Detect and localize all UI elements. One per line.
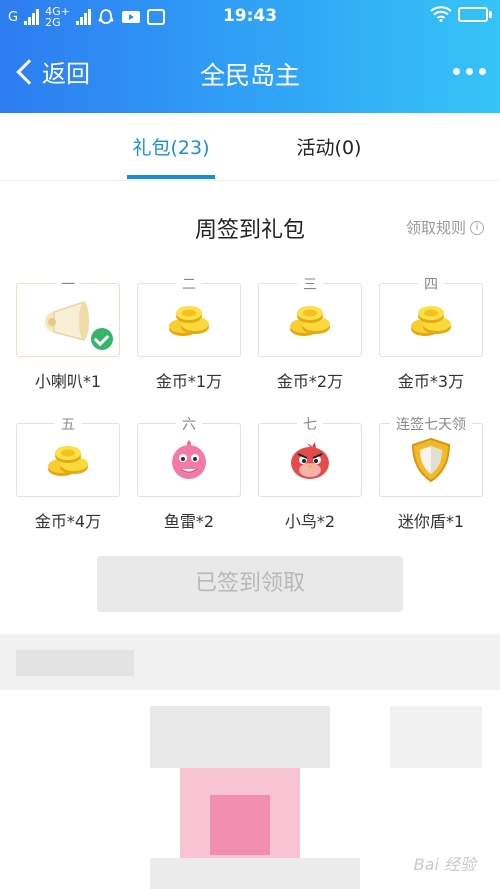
status-bar: G 4G+ 2G 19:43 xyxy=(0,0,500,34)
day-label: 三 xyxy=(297,277,323,293)
blurred-image-top xyxy=(150,706,330,768)
red-bird-icon xyxy=(291,442,329,479)
day-label: 连签七天领 xyxy=(390,417,472,433)
tab-gifts[interactable]: 礼包(23) xyxy=(127,133,215,160)
reward-name: 金币*3万 xyxy=(397,372,465,391)
day-label: 四 xyxy=(418,277,444,293)
status-time: 19:43 xyxy=(222,6,278,26)
tab-active-indicator xyxy=(127,175,215,179)
page-title: 全民岛主 xyxy=(199,61,300,90)
day-label: 五 xyxy=(55,417,81,433)
reward-name: 鱼雷*2 xyxy=(163,512,215,531)
coins-icon xyxy=(411,306,451,336)
blurred-image-bottom xyxy=(150,858,360,889)
wifi-icon xyxy=(430,6,452,22)
rules-link[interactable]: 领取规则 i xyxy=(406,217,484,238)
reward-card-day4[interactable]: 四 xyxy=(379,277,483,357)
reward-card-day5[interactable]: 五 xyxy=(16,417,120,497)
reward-card-day7[interactable]: 七 xyxy=(258,417,362,497)
shield-icon xyxy=(411,437,451,483)
baidu-watermark: Bai 经验 xyxy=(413,855,476,874)
rules-label: 领取规则 xyxy=(405,219,466,237)
day-label: 七 xyxy=(297,417,323,433)
pink-fish-icon xyxy=(172,440,206,479)
reward-card-day1[interactable]: 一 xyxy=(16,277,120,357)
signed-claim-button[interactable]: 已签到领取 xyxy=(97,556,403,612)
coins-icon xyxy=(48,446,88,476)
coins-icon xyxy=(169,306,209,336)
coins-icon xyxy=(290,306,330,336)
reward-card-streak[interactable]: 连签七天领 xyxy=(379,417,483,497)
day-label: 六 xyxy=(176,417,202,433)
megaphone-icon xyxy=(45,300,89,341)
reward-name: 金币*4万 xyxy=(34,512,102,531)
claimed-check-icon xyxy=(91,328,113,350)
battery-icon xyxy=(458,6,492,22)
reward-card-day6[interactable]: 六 xyxy=(137,417,241,497)
info-icon: i xyxy=(470,220,484,235)
reward-name: 金币*2万 xyxy=(276,372,344,391)
blurred-heading xyxy=(16,650,134,676)
tab-activities[interactable]: 活动(0) xyxy=(287,133,371,160)
more-icon[interactable] xyxy=(453,68,486,75)
blurred-image-pink-center xyxy=(210,795,270,855)
day-label: 二 xyxy=(176,277,202,293)
reward-name: 迷你盾*1 xyxy=(397,512,465,531)
reward-name: 小鸟*2 xyxy=(284,512,336,531)
reward-card-day3[interactable]: 三 xyxy=(258,277,362,357)
app-header: 返回 全民岛主 xyxy=(0,40,500,108)
reward-name: 金币*1万 xyxy=(155,372,223,391)
day-label: 一 xyxy=(55,277,81,293)
tab-bar: 礼包(23) 活动(0) xyxy=(0,113,500,181)
reward-card-day2[interactable]: 二 xyxy=(137,277,241,357)
blurred-image-right xyxy=(390,706,482,768)
reward-name: 小喇叭*1 xyxy=(34,372,102,391)
